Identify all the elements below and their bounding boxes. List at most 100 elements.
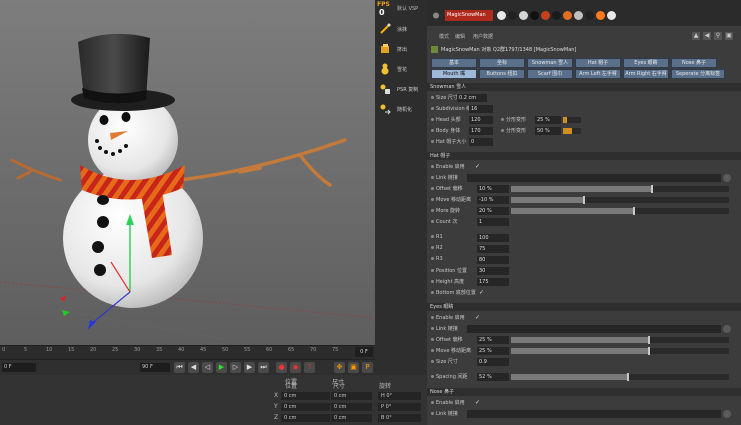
scale-key-button[interactable]: ▣ xyxy=(348,362,359,373)
subdivision-field[interactable]: 16 xyxy=(469,105,493,113)
rotation-b-field[interactable]: B 0° xyxy=(378,414,421,422)
tab-arm-right[interactable]: Arm Right 右手臂 xyxy=(623,69,669,79)
size-x-field[interactable]: 0 cm xyxy=(331,392,372,400)
hat-count-field[interactable]: 1 xyxy=(477,218,509,226)
record-button[interactable]: ● xyxy=(276,362,287,373)
tab-buttons[interactable]: Buttons 纽扣 xyxy=(479,69,525,79)
tab-basic[interactable]: 基本 xyxy=(431,58,477,68)
go-start-button[interactable]: ⏮ xyxy=(174,362,185,373)
r3-field[interactable]: 80 xyxy=(477,256,509,264)
eyes-link-pick-icon[interactable] xyxy=(723,325,731,333)
material-tag-icon[interactable] xyxy=(497,11,506,20)
eyes-size-field[interactable]: 0.9 xyxy=(477,358,509,366)
psr-tool-button[interactable]: PSR 复制 xyxy=(377,80,425,100)
material-tag-icon[interactable] xyxy=(519,11,528,20)
current-frame-field[interactable]: 0 F xyxy=(355,347,373,357)
next-key-button[interactable]: ▶ xyxy=(244,362,255,373)
next-frame-button[interactable]: ▷ xyxy=(230,362,241,373)
size-z-field[interactable]: 0 cm xyxy=(331,414,372,422)
tab-scarf[interactable]: Scarf 围巾 xyxy=(527,69,573,79)
ratio-field[interactable]: 25 % xyxy=(535,116,561,124)
play-button[interactable]: ▶ xyxy=(216,362,227,373)
prev-frame-button[interactable]: ◀ xyxy=(188,362,199,373)
position-y-field[interactable]: 0 cm xyxy=(281,403,330,411)
eyes-move-slider[interactable] xyxy=(511,347,729,355)
tab-eyes[interactable]: Eyes 眼睛 xyxy=(623,58,669,68)
nose-enable-checkbox[interactable]: ✓ xyxy=(475,400,481,406)
menu-mode[interactable]: 模式 xyxy=(439,33,449,40)
prev-key-button[interactable]: ◁ xyxy=(202,362,213,373)
nav-lock-button[interactable]: ▣ xyxy=(725,32,733,40)
material-tag-icon[interactable] xyxy=(563,11,572,20)
go-end-button[interactable]: ⏭ xyxy=(258,362,269,373)
snowman-tool-button[interactable]: 雪花 xyxy=(377,60,425,80)
hat-more-field[interactable]: 20 % xyxy=(477,207,509,215)
menu-edit[interactable]: 编辑 xyxy=(455,33,465,40)
3d-viewport[interactable] xyxy=(0,0,375,345)
nav-search-button[interactable]: ⚲ xyxy=(714,32,722,40)
head-field[interactable]: 120 xyxy=(469,116,493,124)
position-z-field[interactable]: 0 cm xyxy=(281,414,330,422)
brush-tool-button[interactable]: 涂抹 xyxy=(377,20,425,40)
section-hat-header[interactable]: Hat 帽子 xyxy=(427,152,741,160)
body-field[interactable]: 170 xyxy=(469,127,493,135)
hat-move-slider[interactable] xyxy=(511,196,729,204)
hat-link-field[interactable] xyxy=(467,174,721,182)
hat-offset-field[interactable]: 10 % xyxy=(477,185,509,193)
material-tag-icon[interactable] xyxy=(552,11,561,20)
nav-back-button[interactable]: ◀ xyxy=(703,32,711,40)
object-name[interactable]: MagicSnowMan xyxy=(445,10,493,21)
eyes-spacing-slider[interactable] xyxy=(511,373,729,381)
material-tag-icon[interactable] xyxy=(574,11,583,20)
end-frame-field[interactable]: 90 F xyxy=(140,363,170,372)
rotation-h-field[interactable]: H 0° xyxy=(378,392,421,400)
section-eyes-header[interactable]: Eyes 眼睛 xyxy=(427,303,741,311)
eyes-link-field[interactable] xyxy=(467,325,721,333)
ratio2-field[interactable]: 50 % xyxy=(535,127,561,135)
start-frame-field[interactable]: 0 F xyxy=(2,363,36,372)
nav-up-button[interactable]: ▲ xyxy=(692,32,700,40)
object-visibility-icon[interactable] xyxy=(431,11,441,20)
keyframe-help-button[interactable]: ? xyxy=(304,362,315,373)
tab-snowman[interactable]: Snowman 雪人 xyxy=(527,58,573,68)
material-tag-icon[interactable] xyxy=(596,11,605,20)
tab-seperate[interactable]: Seperate 分离标签 xyxy=(671,69,725,79)
menu-userdata[interactable]: 用户数据 xyxy=(473,33,493,40)
eyes-spacing-field[interactable]: 52 % xyxy=(477,373,509,381)
ratio-slider[interactable] xyxy=(563,117,581,123)
move-key-button[interactable]: ✥ xyxy=(334,362,345,373)
extrude-tool-button[interactable]: 挤出 xyxy=(377,40,425,60)
nose-link-pick-icon[interactable] xyxy=(723,410,731,418)
size-y-field[interactable]: 0 cm xyxy=(331,403,372,411)
snowman-scene[interactable] xyxy=(0,0,375,345)
hat-link-pick-icon[interactable] xyxy=(723,174,731,182)
tab-nose[interactable]: Nose 鼻子 xyxy=(671,58,717,68)
bottom-checkbox[interactable]: ✓ xyxy=(479,290,485,296)
tab-coord[interactable]: 坐标 xyxy=(479,58,525,68)
material-tag-icon[interactable] xyxy=(585,11,594,20)
rotation-p-field[interactable]: P 0° xyxy=(378,403,421,411)
eyes-enable-checkbox[interactable]: ✓ xyxy=(475,315,481,321)
ratio2-slider[interactable] xyxy=(563,128,581,134)
material-tag-icon[interactable] xyxy=(541,11,550,20)
nose-link-field[interactable] xyxy=(467,410,721,418)
tab-mouth[interactable]: Mouth 嘴 xyxy=(431,69,477,79)
material-tag-icon[interactable] xyxy=(607,11,616,20)
material-tag-icon[interactable] xyxy=(530,11,539,20)
size-field[interactable]: 0.2 cm xyxy=(457,94,487,102)
r2-field[interactable]: 75 xyxy=(477,245,509,253)
hat-more-slider[interactable] xyxy=(511,207,729,215)
section-snowman-header[interactable]: Snowman 雪人 xyxy=(427,83,741,91)
tab-arm-left[interactable]: Arm Left 左手臂 xyxy=(575,69,621,79)
position-field[interactable]: 30 xyxy=(477,267,509,275)
auto-key-button[interactable]: ◉ xyxy=(290,362,301,373)
material-tag-icon[interactable] xyxy=(508,11,517,20)
param-key-button[interactable]: P xyxy=(362,362,373,373)
random-tool-button[interactable]: 随机化 xyxy=(377,100,425,120)
position-x-field[interactable]: 0 cm xyxy=(281,392,330,400)
r1-field[interactable]: 100 xyxy=(477,234,509,242)
eyes-move-field[interactable]: 25 % xyxy=(477,347,509,355)
section-nose-header[interactable]: Nose 鼻子 xyxy=(427,388,741,396)
eyes-offset-field[interactable]: 25 % xyxy=(477,336,509,344)
eyes-offset-slider[interactable] xyxy=(511,336,729,344)
